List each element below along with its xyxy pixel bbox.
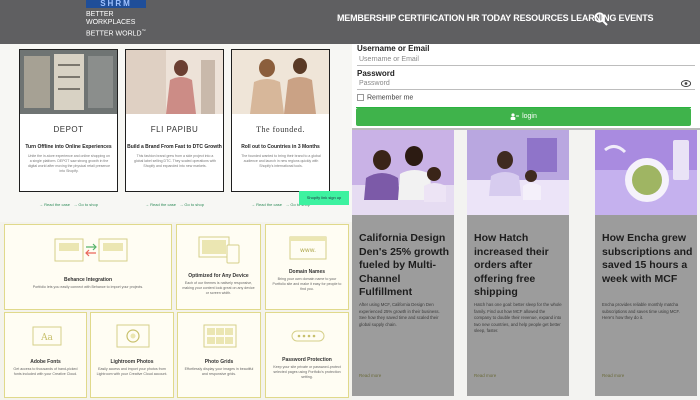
- login-form: Username or Email Username or Email Pass…: [352, 44, 700, 130]
- svg-text:www.: www.: [300, 247, 316, 254]
- login-button-label: login: [522, 113, 537, 120]
- story-body: Hatch has one goal: better sleep for the…: [474, 302, 562, 333]
- nav-hr-today[interactable]: HR TODAY: [467, 13, 511, 23]
- story-title: California Design Den's 25% growth fuele…: [359, 232, 450, 298]
- product-card-links: → Read the case → Go to shop: [39, 202, 98, 207]
- feature-desc: Effortlessly display your images in beau…: [184, 367, 254, 376]
- logo-mark: SHRM: [86, 0, 146, 8]
- grid-icon: [203, 324, 237, 348]
- svg-text:Aa: Aa: [40, 333, 53, 343]
- feature-adobe-fonts: Aa Adobe Fonts Get access to thousands o…: [4, 312, 87, 398]
- fli-papibu-image: [126, 50, 223, 114]
- go-to-shop-link[interactable]: Go to shop: [78, 202, 98, 207]
- site-header: SHRM BETTER WORKPLACES BETTER WORLD™ MEM…: [0, 0, 700, 44]
- depot-store-image: [20, 50, 117, 114]
- product-card-fli-papibu[interactable]: FLI PAPIBU Build a Brand From Fast to DT…: [125, 49, 224, 207]
- nav-membership[interactable]: MEMBERSHIP: [337, 13, 396, 23]
- product-card-subtitle: Roll out to Countries in 3 Months: [241, 144, 320, 150]
- story-title: How Encha grew subscriptions and saved 1…: [602, 232, 693, 285]
- product-card-title: The founded.: [256, 125, 305, 134]
- story-card-california-design-den[interactable]: California Design Den's 25% growth fuele…: [352, 130, 454, 396]
- bedroom-photo: [467, 130, 569, 215]
- read-case-link[interactable]: Read the case: [256, 202, 282, 207]
- feature-desc: Each of our themes is natively responsiv…: [182, 281, 255, 295]
- product-card-subtitle: Turn Offline into Online Experiences: [25, 144, 112, 150]
- feature-password: Password Protection Keep your site priva…: [265, 312, 349, 398]
- feature-title: Password Protection: [282, 357, 332, 363]
- lightroom-icon: [116, 324, 150, 348]
- domain-icon: www.: [289, 236, 327, 260]
- product-card-depot[interactable]: DEPOT Turn Offline into Online Experienc…: [19, 49, 118, 207]
- matcha-photo: [595, 130, 697, 215]
- product-card-the-founded[interactable]: The founded. Roll out to Countries in 3 …: [231, 49, 330, 207]
- story-read-more-link[interactable]: Read more: [474, 373, 496, 378]
- shopify-tooltip[interactable]: Shopify link sign up: [299, 191, 349, 205]
- feature-title: Lightroom Photos: [110, 359, 154, 365]
- login-button[interactable]: login: [356, 108, 691, 126]
- feature-desc: Portfolio lets you easily connect with B…: [32, 285, 144, 289]
- feature-desc: Bring your own domain name to your Portf…: [272, 277, 342, 291]
- story-read-more-link[interactable]: Read more: [602, 373, 624, 378]
- product-card-title: FLI PAPIBU: [150, 125, 199, 134]
- read-case-link[interactable]: Read the case: [150, 202, 176, 207]
- product-card-title: DEPOT: [53, 125, 84, 134]
- password-icon: [291, 330, 325, 342]
- story-card-hatch[interactable]: How Hatch increased their orders after o…: [467, 130, 569, 396]
- search-icon[interactable]: [594, 12, 608, 26]
- read-case-link[interactable]: Read the case: [44, 202, 70, 207]
- username-label: Username or Email: [357, 44, 430, 53]
- password-field[interactable]: Password: [357, 78, 695, 90]
- feature-lightroom: Lightroom Photos Easily access and impor…: [90, 312, 174, 398]
- feature-photo-grids: Photo Grids Effortlessly display your im…: [177, 312, 261, 398]
- logo-tagline-line2: BETTER WORLD: [86, 30, 142, 38]
- feature-title: Optimized for Any Device: [188, 273, 249, 279]
- nav-events[interactable]: EVENTS: [619, 13, 654, 23]
- feature-title: Behance Integration: [63, 277, 113, 283]
- password-placeholder: Password: [359, 80, 390, 87]
- font-icon: Aa: [32, 326, 62, 346]
- product-card-body: The founded wanted to bring their brand …: [241, 154, 321, 168]
- eye-icon[interactable]: [681, 80, 691, 87]
- product-card-body: Unite the in-store experience and online…: [27, 154, 111, 173]
- feature-title: Domain Names: [288, 269, 326, 275]
- feature-desc: Get access to thousands of hand-picked f…: [13, 367, 78, 376]
- shrm-logo[interactable]: SHRM BETTER WORKPLACES BETTER WORLD™: [86, 0, 148, 37]
- fulfillment-stories: California Design Den's 25% growth fuele…: [352, 130, 700, 400]
- product-card-subtitle: Build a Brand From Fast to DTC Growth: [127, 144, 222, 150]
- remember-checkbox[interactable]: [357, 94, 364, 101]
- story-read-more-link[interactable]: Read more: [359, 373, 381, 378]
- feature-title: Photo Grids: [204, 359, 234, 365]
- feature-desc: Keep your site private or password-prote…: [273, 365, 341, 379]
- nav-resources[interactable]: RESOURCES: [513, 13, 568, 23]
- customer-stories-cards: DEPOT Turn Offline into Online Experienc…: [0, 44, 352, 222]
- remember-label: Remember me: [367, 94, 414, 102]
- family-photo: [352, 130, 454, 215]
- feature-behance: Behance Integration Portfolio lets you e…: [4, 224, 172, 310]
- product-card-body: This fashion brand grew from a side proj…: [133, 154, 217, 168]
- the-founded-image: [232, 50, 329, 114]
- password-label: Password: [357, 69, 395, 78]
- feature-title: Adobe Fonts: [30, 359, 61, 365]
- devices-icon: [198, 236, 240, 264]
- username-field[interactable]: Username or Email: [357, 54, 695, 66]
- story-body: After using MCF, California Design Den e…: [359, 302, 440, 327]
- feature-desc: Easily access and import your photos fro…: [96, 367, 168, 376]
- remember-me[interactable]: Remember me: [357, 94, 413, 101]
- feature-domain: www. Domain Names Bring your own domain …: [265, 224, 349, 310]
- nav-certification[interactable]: CERTIFICATION: [398, 13, 464, 23]
- behance-icon: [54, 238, 128, 262]
- logo-tagline-line1: BETTER WORKPLACES: [86, 11, 136, 26]
- feature-grid: Behance Integration Portfolio lets you e…: [0, 222, 352, 400]
- feature-devices: Optimized for Any Device Each of our the…: [176, 224, 261, 310]
- go-to-shop-link[interactable]: Go to shop: [184, 202, 204, 207]
- story-body: Encha provides reliable monthly matcha s…: [602, 302, 680, 320]
- login-icon: [510, 113, 520, 120]
- story-title: How Hatch increased their orders after o…: [474, 232, 549, 298]
- product-card-links: → Read the case → Go to shop: [145, 202, 204, 207]
- logo-tagline: BETTER WORKPLACES BETTER WORLD™: [86, 11, 146, 38]
- story-card-encha[interactable]: How Encha grew subscriptions and saved 1…: [595, 130, 697, 396]
